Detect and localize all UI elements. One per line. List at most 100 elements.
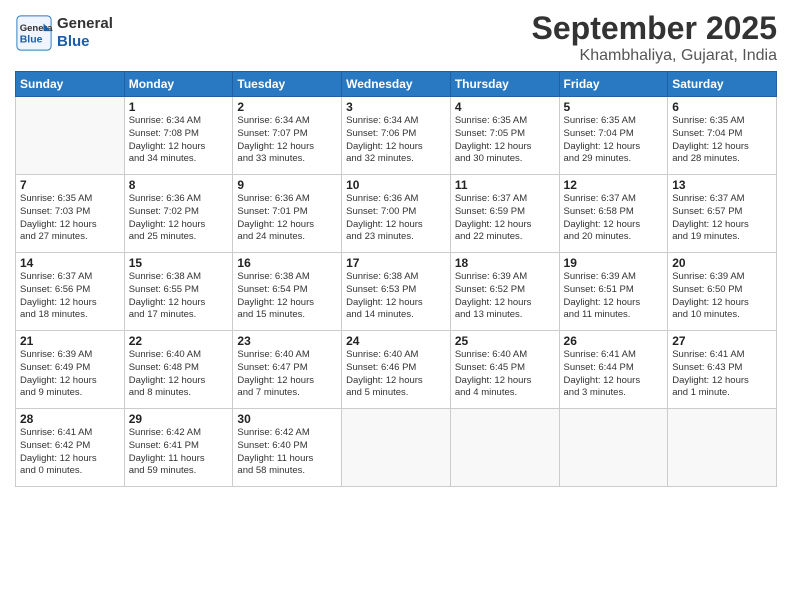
day-info: Sunrise: 6:35 AM Sunset: 7:05 PM Dayligh… xyxy=(455,115,555,166)
day-info: Sunrise: 6:41 AM Sunset: 6:42 PM Dayligh… xyxy=(20,427,120,478)
logo-general: General xyxy=(57,15,113,33)
day-info: Sunrise: 6:35 AM Sunset: 7:03 PM Dayligh… xyxy=(20,193,120,244)
day-number: 9 xyxy=(237,178,337,192)
page: General Blue General Blue September 2025… xyxy=(0,0,792,612)
day-number: 10 xyxy=(346,178,446,192)
header-monday: Monday xyxy=(124,72,233,97)
day-info: Sunrise: 6:39 AM Sunset: 6:51 PM Dayligh… xyxy=(564,271,664,322)
header-friday: Friday xyxy=(559,72,668,97)
location: Khambhaliya, Gujarat, India xyxy=(532,47,777,65)
calendar-cell: 22Sunrise: 6:40 AM Sunset: 6:48 PM Dayli… xyxy=(124,331,233,409)
day-info: Sunrise: 6:41 AM Sunset: 6:44 PM Dayligh… xyxy=(564,349,664,400)
calendar-week-3: 21Sunrise: 6:39 AM Sunset: 6:49 PM Dayli… xyxy=(16,331,777,409)
calendar-table: SundayMondayTuesdayWednesdayThursdayFrid… xyxy=(15,71,777,487)
logo: General Blue General Blue xyxy=(15,14,113,52)
day-number: 18 xyxy=(455,256,555,270)
day-info: Sunrise: 6:37 AM Sunset: 6:57 PM Dayligh… xyxy=(672,193,772,244)
calendar-cell: 26Sunrise: 6:41 AM Sunset: 6:44 PM Dayli… xyxy=(559,331,668,409)
calendar-cell: 2Sunrise: 6:34 AM Sunset: 7:07 PM Daylig… xyxy=(233,97,342,175)
day-number: 21 xyxy=(20,334,120,348)
day-number: 8 xyxy=(129,178,229,192)
day-number: 15 xyxy=(129,256,229,270)
day-number: 2 xyxy=(237,100,337,114)
calendar-cell: 7Sunrise: 6:35 AM Sunset: 7:03 PM Daylig… xyxy=(16,175,125,253)
day-info: Sunrise: 6:34 AM Sunset: 7:07 PM Dayligh… xyxy=(237,115,337,166)
calendar-week-2: 14Sunrise: 6:37 AM Sunset: 6:56 PM Dayli… xyxy=(16,253,777,331)
calendar-cell: 5Sunrise: 6:35 AM Sunset: 7:04 PM Daylig… xyxy=(559,97,668,175)
calendar-week-4: 28Sunrise: 6:41 AM Sunset: 6:42 PM Dayli… xyxy=(16,409,777,487)
header-wednesday: Wednesday xyxy=(342,72,451,97)
day-number: 24 xyxy=(346,334,446,348)
calendar-cell: 6Sunrise: 6:35 AM Sunset: 7:04 PM Daylig… xyxy=(668,97,777,175)
day-info: Sunrise: 6:36 AM Sunset: 7:01 PM Dayligh… xyxy=(237,193,337,244)
calendar-cell: 16Sunrise: 6:38 AM Sunset: 6:54 PM Dayli… xyxy=(233,253,342,331)
day-number: 5 xyxy=(564,100,664,114)
calendar-cell xyxy=(16,97,125,175)
day-number: 26 xyxy=(564,334,664,348)
day-number: 28 xyxy=(20,412,120,426)
calendar-cell: 12Sunrise: 6:37 AM Sunset: 6:58 PM Dayli… xyxy=(559,175,668,253)
day-info: Sunrise: 6:38 AM Sunset: 6:55 PM Dayligh… xyxy=(129,271,229,322)
calendar-cell: 11Sunrise: 6:37 AM Sunset: 6:59 PM Dayli… xyxy=(450,175,559,253)
header-sunday: Sunday xyxy=(16,72,125,97)
calendar-cell: 14Sunrise: 6:37 AM Sunset: 6:56 PM Dayli… xyxy=(16,253,125,331)
calendar-cell: 9Sunrise: 6:36 AM Sunset: 7:01 PM Daylig… xyxy=(233,175,342,253)
day-number: 17 xyxy=(346,256,446,270)
day-info: Sunrise: 6:37 AM Sunset: 6:58 PM Dayligh… xyxy=(564,193,664,244)
day-info: Sunrise: 6:38 AM Sunset: 6:54 PM Dayligh… xyxy=(237,271,337,322)
calendar-cell: 19Sunrise: 6:39 AM Sunset: 6:51 PM Dayli… xyxy=(559,253,668,331)
day-info: Sunrise: 6:36 AM Sunset: 7:00 PM Dayligh… xyxy=(346,193,446,244)
day-number: 12 xyxy=(564,178,664,192)
calendar-week-1: 7Sunrise: 6:35 AM Sunset: 7:03 PM Daylig… xyxy=(16,175,777,253)
calendar-cell: 8Sunrise: 6:36 AM Sunset: 7:02 PM Daylig… xyxy=(124,175,233,253)
day-number: 11 xyxy=(455,178,555,192)
logo-wordmark: General Blue xyxy=(57,15,113,51)
calendar-cell: 28Sunrise: 6:41 AM Sunset: 6:42 PM Dayli… xyxy=(16,409,125,487)
day-number: 29 xyxy=(129,412,229,426)
day-info: Sunrise: 6:39 AM Sunset: 6:49 PM Dayligh… xyxy=(20,349,120,400)
calendar-cell xyxy=(559,409,668,487)
calendar-cell: 13Sunrise: 6:37 AM Sunset: 6:57 PM Dayli… xyxy=(668,175,777,253)
calendar-cell: 27Sunrise: 6:41 AM Sunset: 6:43 PM Dayli… xyxy=(668,331,777,409)
day-number: 6 xyxy=(672,100,772,114)
calendar-cell: 24Sunrise: 6:40 AM Sunset: 6:46 PM Dayli… xyxy=(342,331,451,409)
day-number: 7 xyxy=(20,178,120,192)
calendar-cell: 18Sunrise: 6:39 AM Sunset: 6:52 PM Dayli… xyxy=(450,253,559,331)
day-info: Sunrise: 6:37 AM Sunset: 6:56 PM Dayligh… xyxy=(20,271,120,322)
calendar-header-row: SundayMondayTuesdayWednesdayThursdayFrid… xyxy=(16,72,777,97)
day-info: Sunrise: 6:35 AM Sunset: 7:04 PM Dayligh… xyxy=(564,115,664,166)
day-number: 19 xyxy=(564,256,664,270)
calendar-cell: 29Sunrise: 6:42 AM Sunset: 6:41 PM Dayli… xyxy=(124,409,233,487)
day-info: Sunrise: 6:40 AM Sunset: 6:48 PM Dayligh… xyxy=(129,349,229,400)
calendar-cell xyxy=(342,409,451,487)
day-number: 16 xyxy=(237,256,337,270)
calendar-cell: 30Sunrise: 6:42 AM Sunset: 6:40 PM Dayli… xyxy=(233,409,342,487)
day-info: Sunrise: 6:41 AM Sunset: 6:43 PM Dayligh… xyxy=(672,349,772,400)
header-thursday: Thursday xyxy=(450,72,559,97)
day-info: Sunrise: 6:42 AM Sunset: 6:40 PM Dayligh… xyxy=(237,427,337,478)
day-info: Sunrise: 6:34 AM Sunset: 7:08 PM Dayligh… xyxy=(129,115,229,166)
day-number: 30 xyxy=(237,412,337,426)
day-info: Sunrise: 6:38 AM Sunset: 6:53 PM Dayligh… xyxy=(346,271,446,322)
header: General Blue General Blue September 2025… xyxy=(15,10,777,65)
day-number: 4 xyxy=(455,100,555,114)
calendar-week-0: 1Sunrise: 6:34 AM Sunset: 7:08 PM Daylig… xyxy=(16,97,777,175)
day-number: 20 xyxy=(672,256,772,270)
day-info: Sunrise: 6:42 AM Sunset: 6:41 PM Dayligh… xyxy=(129,427,229,478)
calendar-cell: 4Sunrise: 6:35 AM Sunset: 7:05 PM Daylig… xyxy=(450,97,559,175)
calendar-cell: 10Sunrise: 6:36 AM Sunset: 7:00 PM Dayli… xyxy=(342,175,451,253)
day-info: Sunrise: 6:35 AM Sunset: 7:04 PM Dayligh… xyxy=(672,115,772,166)
day-number: 25 xyxy=(455,334,555,348)
day-number: 3 xyxy=(346,100,446,114)
logo-icon: General Blue xyxy=(15,14,53,52)
day-number: 23 xyxy=(237,334,337,348)
day-number: 27 xyxy=(672,334,772,348)
calendar-cell: 21Sunrise: 6:39 AM Sunset: 6:49 PM Dayli… xyxy=(16,331,125,409)
day-number: 22 xyxy=(129,334,229,348)
month-title: September 2025 xyxy=(532,10,777,47)
day-info: Sunrise: 6:39 AM Sunset: 6:52 PM Dayligh… xyxy=(455,271,555,322)
day-number: 1 xyxy=(129,100,229,114)
day-info: Sunrise: 6:40 AM Sunset: 6:45 PM Dayligh… xyxy=(455,349,555,400)
day-number: 13 xyxy=(672,178,772,192)
day-info: Sunrise: 6:40 AM Sunset: 6:47 PM Dayligh… xyxy=(237,349,337,400)
